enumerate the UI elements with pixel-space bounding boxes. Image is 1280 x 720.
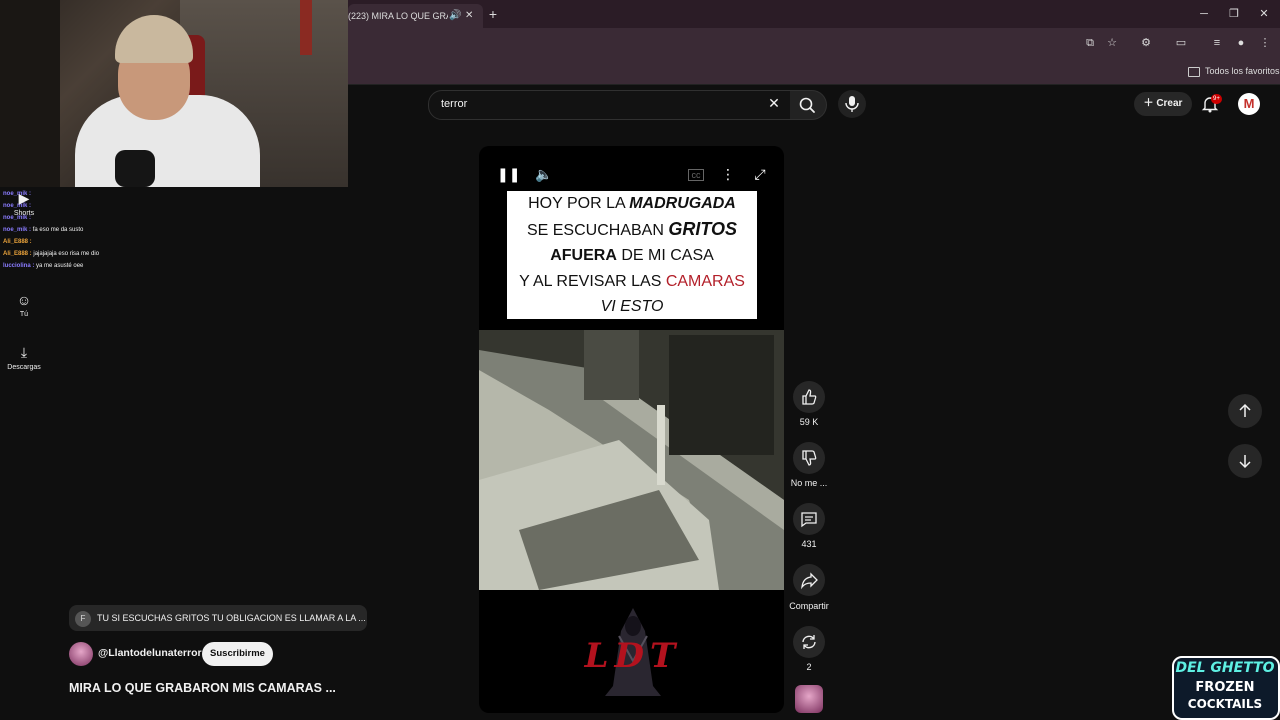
caption-line: AFUERA DE MI CASA [550, 247, 714, 265]
comment-count: 431 [801, 539, 817, 549]
address-bar[interactable] [348, 32, 1070, 54]
browser-menu-icon[interactable]: ⋮ [1257, 35, 1273, 51]
previous-video-button[interactable] [1228, 394, 1262, 428]
microphone [115, 150, 155, 187]
bookmark-star-icon[interactable]: ☆ [1104, 35, 1120, 51]
channel-avatar[interactable] [69, 642, 93, 666]
profile-icon[interactable]: ● [1233, 35, 1249, 51]
sidebar-item-downloads[interactable]: ⤓ Descargas [0, 344, 48, 371]
sidebar-item-shorts[interactable]: ▶ Shorts [0, 190, 48, 217]
sidebar-item-label: Tú [19, 311, 29, 318]
folder-icon [1188, 66, 1200, 77]
cctv-footage [479, 330, 784, 590]
sponsor-logo-overlay: DEL GHETTO FROZEN COCKTAILS [1170, 654, 1280, 720]
like-button[interactable] [793, 381, 825, 413]
channel-name[interactable]: @Llantodelunaterror [98, 647, 202, 659]
thumbs-down-icon [802, 450, 817, 466]
video-title[interactable]: MIRA LO QUE GRABARON MIS CAMARAS ... [69, 681, 336, 695]
cctv-footage-image [479, 330, 784, 590]
webcam-overlay [0, 0, 348, 187]
more-options-icon[interactable]: ⋮ [719, 165, 737, 183]
favorites-label: Todos los favoritos [1205, 66, 1280, 76]
chat-line: Ali_E888 : [3, 239, 32, 245]
related-video-chip[interactable]: F TU SI ESCUCHAS GRITOS TU OBLIGACION ES … [69, 605, 367, 631]
remix-icon [802, 635, 816, 649]
download-icon: ⤓ [20, 344, 28, 360]
sidebar-item-you[interactable]: ☺ Tú [0, 292, 48, 318]
pause-icon[interactable]: ❚❚ [497, 165, 520, 183]
create-button[interactable]: ＋ Crear [1134, 92, 1192, 116]
chip-text: TU SI ESCUCHAS GRITOS TU OBLIGACION ES L… [97, 613, 366, 623]
minimize-button[interactable]: ─ [1194, 5, 1214, 23]
sidebar-item-label: Descargas [7, 364, 41, 371]
caption-line: SE ESCUCHABAN GRITOS [526, 218, 738, 239]
bookmarks-bar [348, 58, 1280, 85]
remix-button[interactable] [793, 626, 825, 658]
tab-title: (223) MIRA LO QUE GRABARON [348, 11, 448, 21]
captions-icon[interactable]: cc [688, 169, 704, 181]
remix-count: 2 [806, 662, 812, 672]
subscribe-button[interactable]: Suscribirme [202, 642, 273, 666]
share-label: Compartir [789, 601, 829, 611]
caption-line: HOY POR LA MADRUGADA [528, 195, 736, 212]
search-box[interactable] [428, 90, 792, 120]
install-app-icon[interactable]: ⧉ [1082, 35, 1098, 51]
search-input[interactable] [439, 97, 763, 111]
caption-line: Y AL REVISAR LAS CAMARAS [519, 272, 745, 290]
account-icon: ☺ [16, 292, 32, 308]
arrow-up-icon [1239, 403, 1251, 417]
fullscreen-icon[interactable]: ⤢ [751, 165, 769, 183]
window-close-button[interactable]: ✕ [1254, 5, 1274, 23]
caption-line: VI ESTO [600, 298, 664, 316]
search-button[interactable] [790, 90, 827, 120]
brand-line-2: FROZEN [1195, 680, 1255, 695]
all-favorites-button[interactable]: Todos los favoritos [1188, 63, 1280, 79]
browser-tab[interactable]: (223) MIRA LO QUE GRABARON 🔊 ✕ [348, 4, 483, 28]
dislike-button[interactable] [793, 442, 825, 474]
share-icon [801, 572, 818, 590]
comment-icon [801, 512, 817, 528]
shorts-icon: ▶ [18, 190, 30, 206]
speaker-icon: 🔊 [449, 10, 462, 21]
share-button[interactable] [793, 564, 825, 596]
plus-icon: ＋ [1143, 98, 1154, 109]
channel-logo-watermark: LDT [583, 606, 683, 698]
extensions-icon[interactable]: ⚙ [1138, 35, 1154, 51]
brand-line-1: DEL GHETTO [1175, 660, 1275, 676]
video-caption-card: HOY POR LA MADRUGADA SE ESCUCHABAN GRITO… [507, 191, 757, 319]
brand-line-3: COCKTAILS [1187, 697, 1263, 711]
chip-letter-avatar: F [75, 610, 91, 627]
media-control-icon[interactable]: ≡ [1209, 35, 1225, 51]
tab-close-icon[interactable]: ✕ [465, 4, 473, 28]
create-label: Crear [1156, 98, 1183, 109]
notifications-badge: 9+ [1211, 94, 1222, 104]
chat-line: noe_mik : fa eso me da susto [3, 227, 84, 233]
webcam-flag [300, 0, 312, 55]
thumbs-up-icon [802, 389, 817, 405]
chat-line: lucciolina : ya me asusté oee [3, 263, 84, 269]
webcam-background [0, 0, 60, 187]
clear-search-icon[interactable]: ✕ [766, 95, 782, 111]
ldt-logo-text: LDT [584, 636, 682, 676]
chat-line: Ali_E888 : jajajajaja eso risa me dio [3, 251, 100, 257]
new-tab-button[interactable]: + [486, 4, 500, 24]
comments-button[interactable] [793, 503, 825, 535]
arrow-down-icon [1239, 455, 1251, 469]
sound-thumbnail[interactable] [795, 685, 823, 713]
account-avatar[interactable]: M [1238, 93, 1260, 115]
next-video-button[interactable] [1228, 444, 1262, 478]
maximize-button[interactable]: ❐ [1224, 5, 1244, 23]
cast-icon[interactable]: ▭ [1173, 35, 1189, 51]
search-icon [799, 97, 815, 113]
sidebar-item-label: Shorts [13, 210, 35, 217]
microphone-icon [845, 96, 859, 112]
voice-search-button[interactable] [838, 90, 866, 118]
dislike-label: No me ... [790, 478, 828, 488]
like-count: 59 K [799, 417, 819, 427]
volume-icon[interactable]: 🔈 [535, 165, 553, 183]
